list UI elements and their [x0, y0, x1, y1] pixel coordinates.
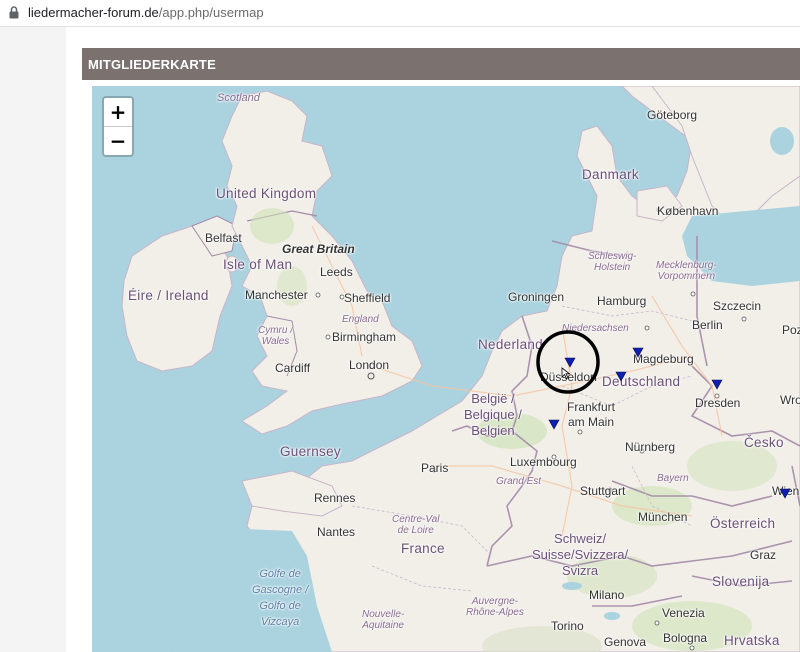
label-schweiz: Schweiz/ Suisse/Svizzera/ Svizra — [532, 531, 628, 579]
label-niedersachsen: Niedersachsen — [562, 323, 629, 334]
zoom-in-button[interactable]: + — [104, 98, 132, 126]
label-biscay: Golfe de Gascogne / Golfo de Vizcaya — [252, 566, 308, 630]
label-ireland: Éire / Ireland — [128, 288, 209, 303]
map-basemap — [92, 86, 800, 652]
label-belgie-line-3: Belgien — [471, 423, 515, 438]
label-slovenija: Slovenija — [712, 574, 770, 589]
label-uk: United Kingdom — [216, 186, 317, 201]
label-cymru-line-1: Cymru / — [258, 325, 293, 336]
label-manchester: Manchester — [245, 288, 308, 302]
label-munchen: München — [638, 510, 688, 524]
label-dresden: Dresden — [695, 396, 741, 410]
label-hrvatska: Hrvatska — [724, 633, 780, 648]
label-schweiz-line-1: Schweiz/ — [554, 531, 607, 546]
label-belfast: Belfast — [205, 231, 242, 245]
label-schweiz-line-2: Suisse/Svizzera/ — [532, 547, 629, 562]
label-nurnberg: Nürnberg — [625, 440, 676, 454]
label-scotland: Scotland — [217, 92, 260, 104]
label-nouvelle-line-1: Nouvelle- — [362, 609, 405, 620]
browser-address-bar[interactable]: liedermacher-forum.de/app.php/usermap — [0, 0, 800, 27]
label-hamburg: Hamburg — [597, 294, 647, 308]
label-stuttgart: Stuttgart — [580, 484, 626, 498]
label-groningen: Groningen — [508, 290, 565, 304]
label-sheffield: Sheffield — [344, 291, 391, 305]
label-england: England — [342, 314, 379, 325]
url-domain: liedermacher-forum.de — [28, 5, 159, 20]
label-dusseldorf: Düsseldorf — [540, 370, 598, 384]
label-bologna: Bologna — [663, 631, 708, 645]
page: MITGLIEDERKARTE + − United Kingdom Éire … — [0, 27, 800, 652]
label-graz: Graz — [750, 548, 777, 562]
label-frankfurt: Frankfurt am Main — [567, 400, 615, 430]
map-frame: + − United Kingdom Éire / Ireland Isle o… — [82, 82, 800, 652]
label-biscay-line-3: Golfo de — [259, 600, 301, 612]
label-auvergne-line-2: Rhône-Alpes — [466, 607, 524, 618]
label-frankfurt-line-1: Frankfurt — [567, 400, 616, 414]
label-mecklenburg-line-1: Mecklenburg- — [656, 260, 717, 271]
label-london: London — [349, 358, 390, 372]
label-paris: Paris — [421, 461, 449, 475]
member-map[interactable]: + − United Kingdom Éire / Ireland Isle o… — [92, 86, 800, 652]
label-belgie: België / Belgique / Belgien — [464, 391, 522, 439]
label-birmingham: Birmingham — [332, 330, 397, 344]
label-cymru-line-2: Wales — [261, 336, 290, 347]
label-schleswig-line-1: Schleswig- — [588, 251, 637, 262]
label-mecklenburg: Mecklenburg- Vorpommern — [656, 260, 717, 282]
label-poz: Poz — [782, 323, 800, 337]
zoom-out-button[interactable]: − — [104, 126, 132, 155]
label-france: France — [401, 541, 445, 556]
label-auvergne: Auvergne- Rhône-Alpes — [466, 596, 524, 618]
label-centre-line-2: de Loire — [397, 525, 434, 536]
label-biscay-line-4: Vizcaya — [260, 616, 300, 628]
label-auvergne-line-1: Auvergne- — [471, 596, 518, 607]
label-isle-of-man: Isle of Man — [223, 257, 293, 272]
label-cesko: Česko — [744, 435, 784, 450]
label-szczecin: Szczecin — [713, 299, 762, 313]
label-luxembourg: Luxembourg — [510, 455, 577, 469]
label-torino: Torino — [551, 619, 584, 633]
label-berlin: Berlin — [692, 318, 723, 332]
label-goteborg: Göteborg — [647, 108, 698, 122]
label-belgie-line-1: België / — [471, 391, 515, 406]
label-leeds: Leeds — [320, 265, 353, 279]
label-centre: Centre-Val de Loire — [392, 514, 439, 536]
label-bayern: Bayern — [657, 473, 689, 484]
label-deutschland: Deutschland — [602, 374, 681, 389]
label-cymru: Cymru / Wales — [258, 325, 293, 347]
label-rennes: Rennes — [314, 491, 356, 505]
url-path: /app.php/usermap — [158, 5, 264, 20]
label-magdeburg: Magdeburg — [633, 352, 694, 366]
label-schleswig-line-2: Holstein — [594, 262, 631, 273]
label-schweiz-line-3: Svizra — [561, 563, 599, 578]
label-wro: Wro — [780, 393, 800, 407]
label-belgie-line-2: Belgique / — [464, 407, 522, 422]
label-osterreich: Österreich — [710, 516, 776, 531]
label-frankfurt-line-2: am Main — [568, 415, 615, 429]
label-venezia: Venezia — [662, 606, 705, 620]
label-schleswig: Schleswig- Holstein — [588, 251, 636, 273]
label-great-britain: Great Britain — [282, 242, 355, 256]
label-milano: Milano — [589, 588, 625, 602]
label-biscay-line-1: Golfe de — [259, 568, 301, 580]
url-text[interactable]: liedermacher-forum.de/app.php/usermap — [28, 5, 264, 20]
label-nouvelle-line-2: Aquitaine — [362, 620, 404, 631]
lock-icon — [9, 6, 19, 19]
label-guernsey: Guernsey — [280, 444, 341, 459]
panel-title: MITGLIEDERKARTE — [82, 48, 800, 80]
label-biscay-line-2: Gascogne / — [252, 584, 309, 596]
label-cardiff: Cardiff — [275, 361, 311, 375]
label-kobenhavn: København — [657, 204, 719, 218]
label-nantes: Nantes — [317, 525, 356, 539]
label-genova: Genova — [604, 635, 647, 649]
label-grand-est: Grand Est — [496, 476, 542, 487]
label-nederland: Nederland — [478, 337, 543, 352]
content-area: MITGLIEDERKARTE + − United Kingdom Éire … — [66, 27, 800, 652]
label-nouvelle: Nouvelle- Aquitaine — [362, 609, 404, 631]
label-centre-line-1: Centre-Val — [392, 514, 440, 525]
zoom-control: + − — [102, 96, 134, 157]
label-mecklenburg-line-2: Vorpommern — [657, 271, 716, 282]
label-danmark: Danmark — [582, 167, 639, 182]
